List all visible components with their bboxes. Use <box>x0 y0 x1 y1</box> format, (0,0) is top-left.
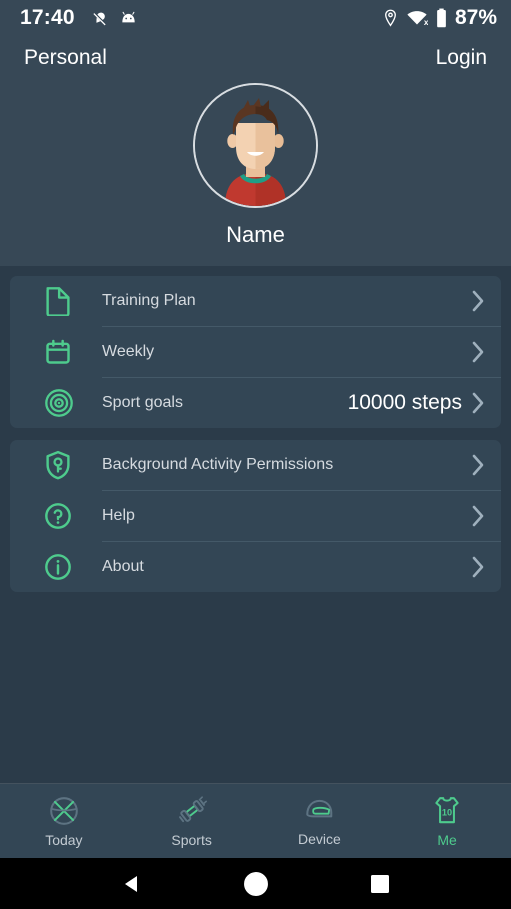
nav-item-label: Me <box>437 831 457 848</box>
nav-item-label: Device <box>297 830 341 847</box>
menu-item-background-activity-permissions[interactable]: Background Activity Permissions <box>10 440 501 490</box>
location-off-icon <box>91 10 108 27</box>
status-bar-right-icons: x 87% <box>383 6 497 30</box>
nav-item-sports[interactable]: Sports <box>128 784 256 858</box>
nav-item-device[interactable]: Device <box>256 784 384 858</box>
chevron-right-icon <box>472 556 485 578</box>
avatar-section: Name <box>0 83 511 248</box>
recents-square-icon[interactable] <box>369 873 391 895</box>
jersey-icon: 10 <box>431 795 463 827</box>
status-bar: 17:40 87% <box>0 0 511 36</box>
helmet-icon <box>303 796 335 826</box>
chevron-right-icon <box>472 505 485 527</box>
target-icon <box>44 388 78 418</box>
shield-key-icon <box>44 450 78 480</box>
document-icon <box>44 286 78 316</box>
info-circle-icon <box>44 553 78 581</box>
back-triangle-icon[interactable] <box>120 872 144 896</box>
nav-item-me[interactable]: 10 Me <box>383 784 511 858</box>
user-name: Name <box>226 222 285 247</box>
menu-item-sport-goals[interactable]: Sport goals 10000 steps <box>10 378 501 428</box>
menu-item-training-plan[interactable]: Training Plan <box>10 276 501 326</box>
profile-header: Personal Login Name <box>0 36 511 266</box>
bottom-navigation: Today Sports Device 10 Me <box>0 783 511 858</box>
battery-icon <box>436 8 447 28</box>
menu-item-weekly[interactable]: Weekly <box>10 327 501 377</box>
menu-item-label: Weekly <box>102 343 155 360</box>
app-screen: 17:40 87% Personal Login Name Training P… <box>0 0 511 909</box>
settings-content: Training Plan Weekly Sport goals 10000 s… <box>0 266 511 783</box>
location-pin-icon <box>383 9 398 27</box>
menu-item-label: Training Plan <box>102 292 196 309</box>
nav-item-today[interactable]: Today <box>0 784 128 858</box>
menu-item-about[interactable]: About <box>10 542 501 592</box>
page-title: Personal <box>24 46 107 69</box>
battery-percent-label: 87% <box>454 6 497 29</box>
user-avatar-illustration <box>195 85 316 206</box>
nav-item-label: Sports <box>171 831 212 848</box>
chevron-right-icon <box>472 290 485 312</box>
header-topbar: Personal Login <box>0 36 511 80</box>
android-navigation-bar <box>0 858 511 909</box>
menu-item-value: 10000 steps <box>347 391 462 414</box>
menu-item-label: Sport goals <box>102 394 183 411</box>
settings-card-training: Training Plan Weekly Sport goals 10000 s… <box>10 276 501 428</box>
menu-item-help[interactable]: Help <box>10 491 501 541</box>
nav-item-label: Today <box>45 831 83 848</box>
menu-item-label: Help <box>102 507 135 524</box>
chevron-right-icon <box>472 341 485 363</box>
chevron-right-icon <box>472 392 485 414</box>
question-circle-icon <box>44 502 78 530</box>
status-bar-time: 17:40 <box>20 6 75 29</box>
wifi-off-icon: x <box>406 10 428 27</box>
menu-item-label: About <box>102 558 144 575</box>
dumbbell-icon <box>176 795 208 827</box>
avatar[interactable] <box>193 83 318 208</box>
basketball-icon <box>48 795 80 827</box>
login-button[interactable]: Login <box>436 46 487 70</box>
calendar-icon <box>44 338 78 366</box>
settings-card-support: Background Activity Permissions Help Abo… <box>10 440 501 592</box>
status-bar-left-icons <box>91 10 138 27</box>
svg-text:x: x <box>424 17 428 26</box>
android-head-icon <box>119 10 138 27</box>
menu-item-label: Background Activity Permissions <box>102 456 334 473</box>
jersey-number: 10 <box>442 807 452 817</box>
chevron-right-icon <box>472 454 485 476</box>
home-circle-icon[interactable] <box>243 871 269 897</box>
